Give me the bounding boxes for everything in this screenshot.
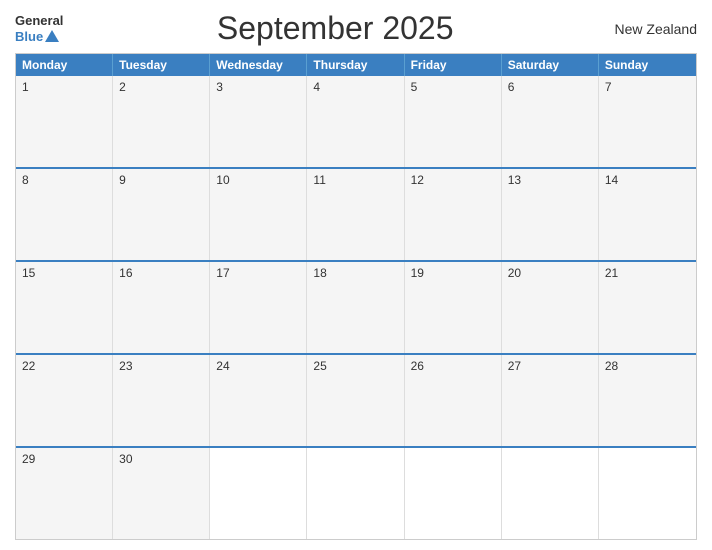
calendar-cell: [599, 448, 696, 539]
calendar-cell: 11: [307, 169, 404, 260]
day-number: 28: [605, 359, 618, 373]
day-number: 17: [216, 266, 229, 280]
calendar-cell: 27: [502, 355, 599, 446]
calendar-cell: 2: [113, 76, 210, 167]
calendar-cell: 9: [113, 169, 210, 260]
calendar-week-4: 22 23 24 25 26 27 28: [16, 353, 696, 446]
calendar-cell: 6: [502, 76, 599, 167]
calendar-cell: [502, 448, 599, 539]
day-number: 21: [605, 266, 618, 280]
logo-general-text: General: [15, 13, 63, 29]
calendar-cell: 22: [16, 355, 113, 446]
day-number: 3: [216, 80, 223, 94]
calendar-cell: 18: [307, 262, 404, 353]
day-number: 10: [216, 173, 229, 187]
calendar-cell: 3: [210, 76, 307, 167]
calendar-cell: 15: [16, 262, 113, 353]
calendar-cell: 20: [502, 262, 599, 353]
header-day-monday: Monday: [16, 54, 113, 76]
calendar-cell: 28: [599, 355, 696, 446]
day-number: 29: [22, 452, 35, 466]
day-number: 12: [411, 173, 424, 187]
calendar-cell: 16: [113, 262, 210, 353]
header-day-sunday: Sunday: [599, 54, 696, 76]
calendar-week-5: 29 30: [16, 446, 696, 539]
day-number: 8: [22, 173, 29, 187]
day-number: 1: [22, 80, 29, 94]
calendar-week-2: 8 9 10 11 12 13 14: [16, 167, 696, 260]
calendar-cell: 12: [405, 169, 502, 260]
day-number: 30: [119, 452, 132, 466]
calendar-cell: 14: [599, 169, 696, 260]
calendar-cell: 24: [210, 355, 307, 446]
calendar-cell: 23: [113, 355, 210, 446]
calendar-cell: [210, 448, 307, 539]
calendar-cell: 10: [210, 169, 307, 260]
calendar-cell: 7: [599, 76, 696, 167]
logo: General Blue: [15, 13, 63, 44]
day-number: 7: [605, 80, 612, 94]
calendar-cell: 19: [405, 262, 502, 353]
calendar-cell: 13: [502, 169, 599, 260]
header-day-tuesday: Tuesday: [113, 54, 210, 76]
header-day-thursday: Thursday: [307, 54, 404, 76]
day-number: 23: [119, 359, 132, 373]
day-number: 19: [411, 266, 424, 280]
calendar-cell: 21: [599, 262, 696, 353]
calendar-week-1: 1 2 3 4 5 6 7: [16, 76, 696, 167]
day-number: 4: [313, 80, 320, 94]
logo-blue-text: Blue: [15, 29, 63, 45]
calendar-body: 1234567891011121314151617181920212223242…: [16, 76, 696, 539]
calendar-cell: 29: [16, 448, 113, 539]
calendar-cell: 5: [405, 76, 502, 167]
calendar-week-3: 15 16 17 18 19 20 21: [16, 260, 696, 353]
header: General Blue September 2025 New Zealand: [15, 10, 697, 47]
day-number: 16: [119, 266, 132, 280]
calendar-cell: 4: [307, 76, 404, 167]
calendar-cell: [405, 448, 502, 539]
calendar-cell: 1: [16, 76, 113, 167]
calendar-cell: 17: [210, 262, 307, 353]
day-number: 15: [22, 266, 35, 280]
calendar-cell: [307, 448, 404, 539]
header-day-saturday: Saturday: [502, 54, 599, 76]
header-day-friday: Friday: [405, 54, 502, 76]
day-number: 18: [313, 266, 326, 280]
day-number: 5: [411, 80, 418, 94]
calendar-cell: 30: [113, 448, 210, 539]
header-day-wednesday: Wednesday: [210, 54, 307, 76]
calendar: MondayTuesdayWednesdayThursdayFridaySatu…: [15, 53, 697, 540]
day-number: 14: [605, 173, 618, 187]
calendar-cell: 8: [16, 169, 113, 260]
calendar-cell: 26: [405, 355, 502, 446]
day-number: 9: [119, 173, 126, 187]
day-number: 22: [22, 359, 35, 373]
day-number: 6: [508, 80, 515, 94]
day-number: 25: [313, 359, 326, 373]
country-label: New Zealand: [607, 21, 697, 37]
day-number: 2: [119, 80, 126, 94]
page: General Blue September 2025 New Zealand …: [0, 0, 712, 550]
day-number: 26: [411, 359, 424, 373]
day-number: 27: [508, 359, 521, 373]
calendar-header: MondayTuesdayWednesdayThursdayFridaySatu…: [16, 54, 696, 76]
day-number: 13: [508, 173, 521, 187]
day-number: 24: [216, 359, 229, 373]
day-number: 11: [313, 173, 325, 187]
calendar-title: September 2025: [63, 10, 607, 47]
day-number: 20: [508, 266, 521, 280]
logo-triangle-icon: [45, 30, 59, 42]
calendar-cell: 25: [307, 355, 404, 446]
